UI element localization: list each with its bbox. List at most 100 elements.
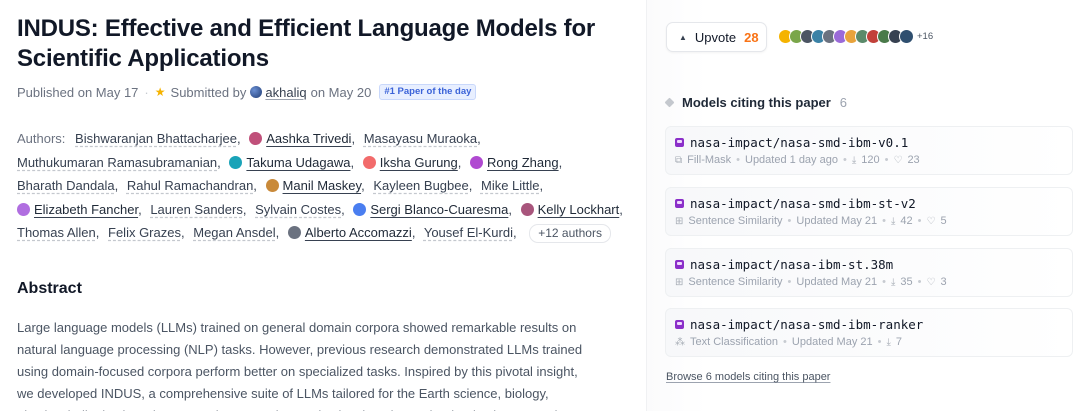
model-org-logo-icon (675, 320, 684, 329)
author-name[interactable]: Lauren Sanders (150, 202, 243, 217)
author-separator: , (457, 154, 462, 170)
author-name[interactable]: Megan Ansdel (193, 225, 275, 240)
model-name[interactable]: nasa-impact/nasa-smd-ibm-ranker (690, 317, 923, 332)
model-likes: 3 (940, 276, 947, 288)
author-separator: , (242, 201, 247, 217)
submitted-by-label: Submitted by (170, 84, 247, 100)
author-item[interactable]: Iksha Gurung, (362, 154, 467, 170)
author-separator: , (508, 201, 512, 217)
author-item[interactable]: Alberto Accomazzi, (287, 225, 421, 240)
author-separator: , (95, 225, 100, 240)
upvoters-avatars[interactable]: +16 (778, 29, 933, 44)
author-avatar (287, 226, 301, 239)
author-item[interactable]: Sergi Blanco-Cuaresma, (353, 202, 517, 217)
author-item[interactable]: Lauren Sanders, (150, 202, 251, 217)
model-card[interactable]: nasa-impact/nasa-smd-ibm-v0.1 ⧉ Fill-Mask •… (665, 126, 1073, 175)
author-separator: , (512, 225, 517, 240)
author-item[interactable]: Kayleen Bugbee, (373, 178, 477, 193)
author-item[interactable]: Sylvain Costes, (255, 202, 350, 217)
more-authors-button[interactable]: +12 authors (529, 224, 611, 243)
author-item[interactable]: Takuma Udagawa, (229, 155, 359, 170)
author-separator: , (180, 225, 185, 240)
info-separator: • (917, 276, 922, 288)
author-separator: , (477, 131, 481, 146)
author-name[interactable]: Manil Maskey (283, 178, 362, 193)
models-citing-count: 6 (839, 95, 848, 110)
author-name[interactable]: Muthukumaran Ramasubramanian (17, 155, 217, 170)
upvote-count: 28 (744, 29, 759, 45)
author-item[interactable]: Megan Ansdel, (193, 225, 284, 240)
author-name[interactable]: Bishwaranjan Bhattacharjee (75, 131, 237, 146)
author-item[interactable]: Rong Zhang, (470, 155, 567, 170)
author-item[interactable]: Elizabeth Fancher, (17, 202, 147, 217)
upvoter-avatar[interactable] (899, 29, 914, 44)
model-name[interactable]: nasa-impact/nasa-ibm-st.38m (690, 257, 893, 272)
model-card[interactable]: nasa-impact/nasa-smd-ibm-st-v2 ⊞ Sentence … (665, 187, 1073, 236)
author-item[interactable]: Bharath Dandala, (17, 178, 123, 193)
author-item[interactable]: Bishwaranjan Bhattacharjee, (75, 131, 246, 146)
author-avatar (520, 202, 534, 216)
author-name[interactable]: Elizabeth Fancher (34, 202, 138, 217)
model-card[interactable]: nasa-impact/nasa-ibm-st.38m ⊞ Sentence Sim… (665, 248, 1073, 297)
author-name[interactable]: Sergi Blanco-Cuaresma (370, 202, 508, 217)
model-cube-icon (664, 97, 675, 108)
author-separator: , (619, 201, 623, 217)
info-separator: • (787, 276, 792, 288)
author-item[interactable]: Muthukumaran Ramasubramanian, (17, 155, 226, 170)
models-citing-header: Models citing this paper 6 (664, 95, 848, 110)
author-item[interactable]: Masayasu Muraoka, (364, 131, 486, 146)
model-task: Sentence Similarity (688, 215, 783, 227)
more-upvoters-count[interactable]: +16 (917, 31, 933, 42)
author-name[interactable]: Thomas Allen (17, 225, 96, 240)
author-name[interactable]: Masayasu Muraoka (364, 131, 477, 146)
author-separator: , (558, 154, 563, 170)
submitter-avatar[interactable] (250, 86, 263, 98)
author-item[interactable]: Kelly Lockhart, (520, 201, 628, 217)
author-item[interactable]: Thomas Allen, (17, 225, 104, 240)
model-downloads: 7 (895, 336, 903, 348)
author-name[interactable]: Alberto Accomazzi (305, 225, 412, 240)
author-item[interactable]: Felix Grazes, (108, 225, 190, 240)
models-citing-title: Models citing this paper (682, 95, 831, 110)
model-task: Sentence Similarity (688, 276, 783, 288)
author-item[interactable]: Yousef El-Kurdi, (424, 225, 522, 240)
paper-meta: Published on May 17 · ★ Submitted by akh… (17, 84, 477, 100)
author-name[interactable]: Mike Little (481, 178, 540, 193)
author-name[interactable]: Yousef El-Kurdi (424, 225, 513, 240)
author-name[interactable]: Aashka Trivedi (266, 131, 351, 146)
author-name[interactable]: Bharath Dandala (17, 178, 115, 193)
author-name[interactable]: Rahul Ramachandran (127, 178, 253, 193)
author-avatar (229, 155, 243, 169)
info-separator: • (787, 215, 792, 227)
meta-separator: · (144, 84, 149, 100)
author-name[interactable]: Iksha Gurung (380, 155, 458, 170)
author-separator: , (539, 178, 544, 193)
model-card[interactable]: nasa-impact/nasa-smd-ibm-ranker ⁂ Text Cla… (665, 308, 1073, 357)
paper-of-day-badge[interactable]: #1 Paper of the day (379, 84, 477, 100)
author-separator: , (341, 201, 345, 217)
text-classification-icon: ⁂ (675, 336, 685, 348)
author-item[interactable]: Manil Maskey, (265, 178, 370, 193)
model-name[interactable]: nasa-impact/nasa-smd-ibm-st-v2 (690, 196, 916, 211)
author-separator: , (236, 131, 241, 146)
info-separator: • (877, 336, 882, 348)
sentence-similarity-icon: ⊞ (675, 276, 684, 288)
info-separator: • (917, 215, 922, 227)
upvote-button[interactable]: ▲ Upvote 28 (666, 22, 767, 52)
author-item[interactable]: Mike Little, (481, 178, 548, 193)
browse-models-link[interactable]: Browse 6 models citing this paper (666, 371, 830, 383)
submitter-link[interactable]: akhaliq (265, 85, 306, 100)
author-item[interactable]: Rahul Ramachandran, (127, 178, 262, 193)
model-info: ⧉ Fill-Mask • Updated 1 day ago • ⤓ 120 • ♡ 23 (675, 154, 1072, 166)
author-name[interactable]: Sylvain Costes (255, 202, 341, 217)
author-name[interactable]: Rong Zhang (487, 155, 559, 170)
author-separator: , (351, 131, 356, 146)
author-name[interactable]: Takuma Udagawa (246, 155, 350, 170)
author-name[interactable]: Felix Grazes (108, 225, 181, 240)
author-name[interactable]: Kelly Lockhart (538, 202, 620, 217)
author-item[interactable]: Aashka Trivedi, (249, 131, 360, 146)
model-name[interactable]: nasa-impact/nasa-smd-ibm-v0.1 (690, 135, 908, 150)
author-name[interactable]: Kayleen Bugbee (373, 178, 468, 193)
published-date: Published on May 17 (17, 84, 139, 100)
info-separator: • (736, 154, 740, 166)
